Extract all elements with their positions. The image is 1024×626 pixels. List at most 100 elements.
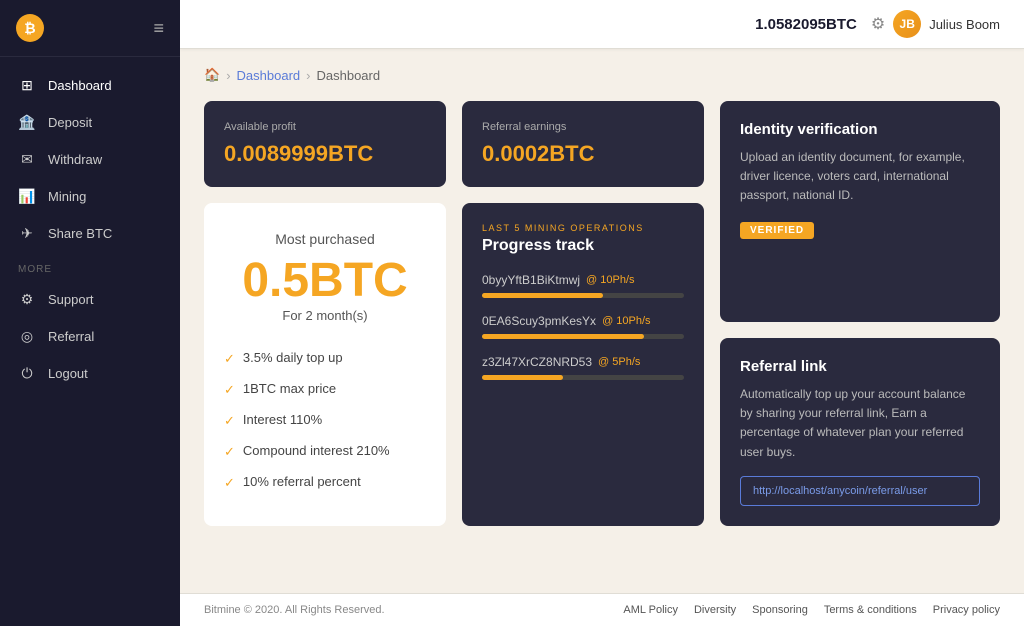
sidebar-item-referral[interactable]: ◎ Referral [0,318,180,355]
footer-link-diversity[interactable]: Diversity [694,604,736,616]
footer-link-sponsoring[interactable]: Sponsoring [752,604,808,616]
footer-link-aml[interactable]: AML Policy [623,604,678,616]
referral-link-box[interactable]: http://localhost/anycoin/referral/user [740,476,980,506]
main-area: 1.0582095BTC ⚙ JB Julius Boom 🏠 › Dashbo… [180,0,1024,626]
list-item: ✓1BTC max price [224,374,426,405]
footer-copyright: Bitmine © 2020. All Rights Reserved. [204,604,385,616]
most-purchased-card: Most purchased 0.5BTC For 2 month(s) ✓3.… [204,203,446,526]
progress-bar-fill-1 [482,334,644,339]
verified-badge: VERIFIED [740,222,814,239]
dashboard-icon: ⊞ [18,77,36,94]
op-id-2: z3Zl47XrCZ8NRD53 [482,355,592,369]
logout-icon: ⏻ [18,365,36,382]
check-icon: ✓ [224,382,235,398]
list-item: ✓3.5% daily top up [224,343,426,374]
sidebar-item-withdraw[interactable]: ✉ Withdraw [0,141,180,178]
mining-op-0: 0byyYftB1BiKtmwj @ 10Ph/s [482,273,684,298]
share-icon: ✈ [18,225,36,242]
list-item: ✓Compound interest 210% [224,436,426,467]
referral-earnings-label: Referral earnings [482,121,684,133]
deposit-icon: 🏦 [18,114,36,131]
mp-features-list: ✓3.5% daily top up ✓1BTC max price ✓Inte… [224,343,426,498]
settings-icon[interactable]: ⚙ [871,14,885,34]
check-icon: ✓ [224,444,235,460]
op-rate-2: @ 5Ph/s [598,356,640,368]
dashboard-grid: Available profit 0.0089999BTC Referral e… [204,101,1000,526]
avatar: JB [893,10,921,38]
sidebar-item-logout[interactable]: ⏻ Logout [0,355,180,392]
available-profit-label: Available profit [224,121,426,133]
mining-op-row-0: 0byyYftB1BiKtmwj @ 10Ph/s [482,273,684,287]
sidebar-item-share-btc[interactable]: ✈ Share BTC [0,215,180,252]
progress-bar-fill-2 [482,375,563,380]
list-item: ✓10% referral percent [224,467,426,498]
footer-link-terms[interactable]: Terms & conditions [824,604,917,616]
referral-link-card: Referral link Automatically top up your … [720,338,1000,526]
user-info: ⚙ JB Julius Boom [871,10,1000,38]
support-icon: ⚙ [18,291,36,308]
mining-icon: 📊 [18,188,36,205]
check-icon: ✓ [224,413,235,429]
sidebar-label-mining: Mining [48,189,86,204]
referral-icon: ◎ [18,328,36,345]
footer-link-privacy[interactable]: Privacy policy [933,604,1000,616]
op-rate-0: @ 10Ph/s [586,274,634,286]
list-item: ✓Interest 110% [224,405,426,436]
progress-bar-fill-0 [482,293,603,298]
mining-op-row-1: 0EA6Scuy3pmKesYx @ 10Ph/s [482,314,684,328]
sidebar-label-dashboard: Dashboard [48,78,112,93]
breadcrumb-link-dashboard[interactable]: Dashboard [237,68,301,83]
op-rate-1: @ 10Ph/s [602,315,650,327]
available-profit-card: Available profit 0.0089999BTC [204,101,446,187]
progress-track-card: LAST 5 MINING OPERATIONS Progress track … [462,203,704,526]
progress-title: Progress track [482,237,684,255]
mp-label: Most purchased [275,231,375,247]
footer: Bitmine © 2020. All Rights Reserved. AML… [180,593,1024,626]
op-id-1: 0EA6Scuy3pmKesYx [482,314,596,328]
identity-text: Upload an identity document, for example… [740,148,980,206]
sidebar-label-deposit: Deposit [48,115,92,130]
progress-bar-bg-2 [482,375,684,380]
sidebar-label-logout: Logout [48,366,88,381]
available-profit-value: 0.0089999BTC [224,141,426,167]
footer-links: AML Policy Diversity Sponsoring Terms & … [623,604,1000,616]
check-icon: ✓ [224,351,235,367]
hamburger-icon[interactable]: ≡ [153,18,164,39]
header-balance: 1.0582095BTC [755,16,857,33]
content-area: 🏠 › Dashboard › Dashboard Available prof… [180,49,1024,593]
sidebar-label-share-btc: Share BTC [48,226,112,241]
sidebar-item-mining[interactable]: 📊 Mining [0,178,180,215]
identity-card: Identity verification Upload an identity… [720,101,1000,322]
progress-bar-bg-0 [482,293,684,298]
sidebar: ₿ ≡ ⊞ Dashboard 🏦 Deposit ✉ Withdraw 📊 M… [0,0,180,626]
top-header: 1.0582095BTC ⚙ JB Julius Boom [180,0,1024,49]
sidebar-item-deposit[interactable]: 🏦 Deposit [0,104,180,141]
mining-op-2: z3Zl47XrCZ8NRD53 @ 5Ph/s [482,355,684,380]
username: Julius Boom [929,17,1000,32]
breadcrumb-current: Dashboard [316,68,380,83]
breadcrumb: 🏠 › Dashboard › Dashboard [204,67,1000,83]
sidebar-label-referral: Referral [48,329,94,344]
nav-main: ⊞ Dashboard 🏦 Deposit ✉ Withdraw 📊 Minin… [0,57,180,626]
mp-value: 0.5BTC [242,255,407,308]
withdraw-icon: ✉ [18,151,36,168]
op-id-0: 0byyYftB1BiKtmwj [482,273,580,287]
referral-earnings-card: Referral earnings 0.0002BTC [462,101,704,187]
logo: ₿ [16,14,44,42]
sidebar-label-support: Support [48,292,94,307]
sidebar-header: ₿ ≡ [0,0,180,57]
breadcrumb-home-icon: 🏠 [204,67,220,83]
more-section-label: MORE [0,252,180,281]
sidebar-item-dashboard[interactable]: ⊞ Dashboard [0,67,180,104]
identity-title: Identity verification [740,121,980,138]
check-icon: ✓ [224,475,235,491]
referral-earnings-value: 0.0002BTC [482,141,684,167]
progress-bar-bg-1 [482,334,684,339]
sidebar-label-withdraw: Withdraw [48,152,102,167]
progress-sublabel: LAST 5 MINING OPERATIONS [482,223,684,233]
mining-op-1: 0EA6Scuy3pmKesYx @ 10Ph/s [482,314,684,339]
mining-op-row-2: z3Zl47XrCZ8NRD53 @ 5Ph/s [482,355,684,369]
referral-link-text: Automatically top up your account balanc… [740,385,980,462]
referral-link-title: Referral link [740,358,980,375]
sidebar-item-support[interactable]: ⚙ Support [0,281,180,318]
